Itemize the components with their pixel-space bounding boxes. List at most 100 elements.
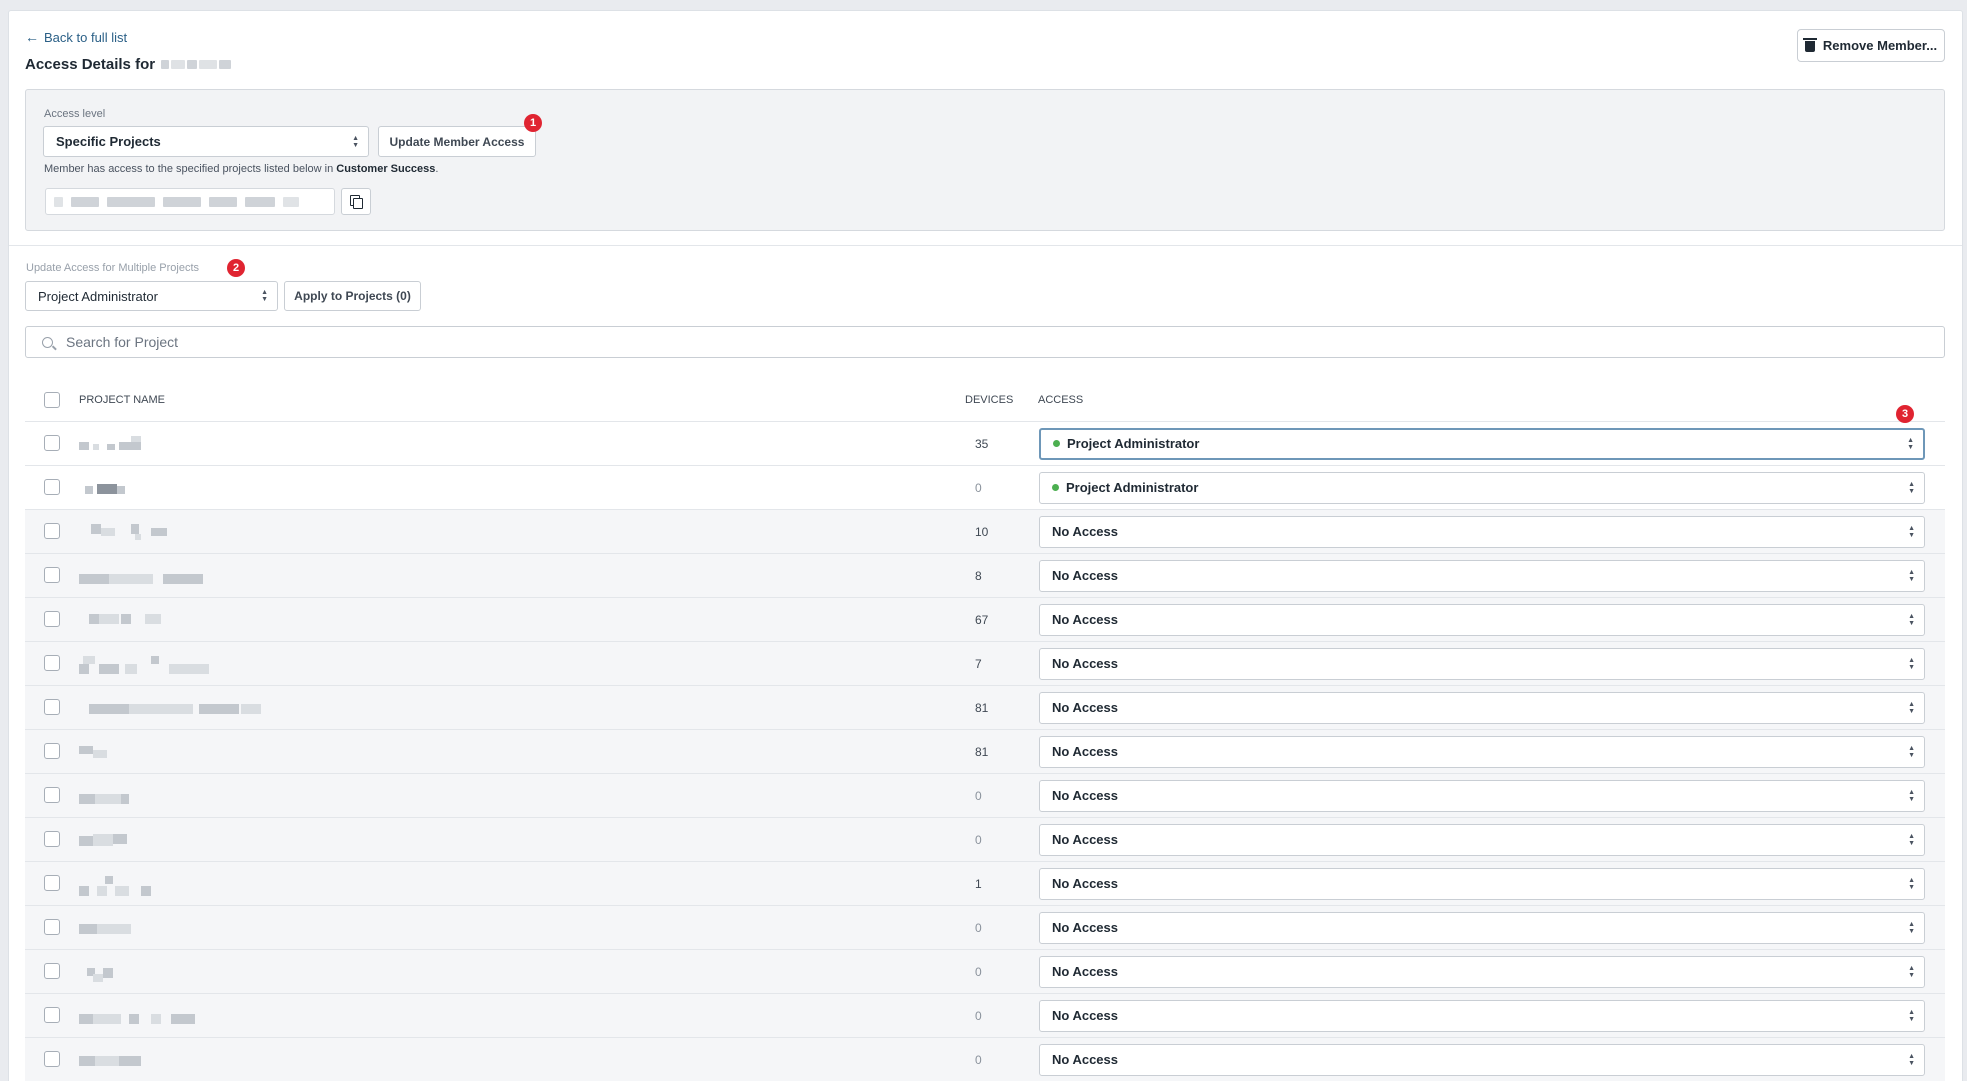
chevron-updown-icon: ▲ ▼	[1908, 1008, 1915, 1023]
access-select[interactable]: Project Administrator ▲ ▼	[1039, 471, 1925, 504]
device-count: 1	[975, 876, 982, 891]
row-checkbox[interactable]	[44, 963, 60, 979]
project-search	[25, 326, 1945, 358]
device-count: 0	[975, 788, 982, 803]
access-select[interactable]: No Access ▲ ▼	[1039, 515, 1925, 548]
table-row: 1 No Access ▲ ▼	[25, 862, 1945, 906]
device-count: 81	[975, 744, 989, 759]
access-value: No Access	[1052, 524, 1118, 539]
access-value: No Access	[1052, 1052, 1118, 1067]
table-row: 8 No Access ▲ ▼	[25, 554, 1945, 598]
table-row: 10 No Access ▲ ▼	[25, 510, 1945, 554]
multi-role-select[interactable]: Project Administrator ▲ ▼	[25, 281, 278, 311]
page-title-text: Access Details for	[25, 56, 156, 73]
access-select[interactable]: No Access ▲ ▼	[1039, 559, 1925, 592]
chevron-updown-icon: ▲ ▼	[1908, 744, 1915, 759]
chevron-updown-icon: ▲ ▼	[1908, 920, 1915, 935]
access-select[interactable]: No Access ▲ ▼	[1039, 647, 1925, 680]
access-select[interactable]: No Access ▲ ▼	[1039, 955, 1925, 988]
project-name-redacted	[79, 920, 299, 936]
row-checkbox[interactable]	[44, 1051, 60, 1067]
chevron-updown-icon: ▲ ▼	[1908, 612, 1915, 627]
access-select[interactable]: No Access ▲ ▼	[1039, 1043, 1925, 1076]
column-header-devices[interactable]: Devices	[965, 394, 1013, 406]
chevron-updown-icon: ▲ ▼	[1908, 656, 1915, 671]
row-checkbox[interactable]	[44, 1007, 60, 1023]
device-count: 0	[975, 1052, 982, 1067]
device-count: 0	[975, 964, 982, 979]
chevron-updown-icon: ▲ ▼	[1908, 700, 1915, 715]
access-select[interactable]: Project Administrator ▲ ▼	[1039, 427, 1925, 460]
row-checkbox[interactable]	[44, 875, 60, 891]
back-link[interactable]: ← Back to full list	[25, 29, 127, 45]
access-value: No Access	[1052, 700, 1118, 715]
project-name-redacted	[79, 744, 299, 760]
column-header-project-name[interactable]: Project Name	[79, 394, 165, 406]
row-checkbox[interactable]	[44, 787, 60, 803]
row-checkbox[interactable]	[44, 479, 60, 495]
access-description-suffix: .	[435, 163, 439, 175]
remove-member-label: Remove Member...	[1822, 38, 1938, 53]
access-select[interactable]: No Access ▲ ▼	[1039, 867, 1925, 900]
copy-icon	[350, 195, 363, 209]
update-member-access-button[interactable]: Update Member Access	[378, 126, 536, 157]
project-name-redacted	[79, 788, 299, 804]
table-row: 0 No Access ▲ ▼	[25, 994, 1945, 1038]
select-all-checkbox[interactable]	[44, 392, 60, 408]
access-select[interactable]: No Access ▲ ▼	[1039, 999, 1925, 1032]
row-checkbox[interactable]	[44, 655, 60, 671]
row-checkbox[interactable]	[44, 567, 60, 583]
back-link-label: Back to full list	[44, 29, 128, 45]
annotation-badge-3: 3	[1896, 405, 1914, 423]
apply-to-projects-button[interactable]: Apply to Projects (0)	[284, 281, 421, 311]
row-checkbox[interactable]	[44, 699, 60, 715]
table-row: 0 No Access ▲ ▼	[25, 906, 1945, 950]
table-row: 35 Project Administrator ▲ ▼	[25, 422, 1945, 466]
row-checkbox[interactable]	[44, 743, 60, 759]
table-row: 81 No Access ▲ ▼	[25, 730, 1945, 774]
apply-to-projects-label: Apply to Projects (0)	[294, 289, 411, 303]
chevron-updown-icon: ▲ ▼	[1908, 568, 1915, 583]
access-description: Member has access to the specified proje…	[44, 163, 438, 175]
organization-name: Customer Success	[336, 163, 436, 175]
project-name-redacted	[79, 436, 299, 452]
access-level-select[interactable]: Specific Projects ▲ ▼	[43, 126, 369, 157]
access-value: No Access	[1052, 568, 1118, 583]
access-select[interactable]: No Access ▲ ▼	[1039, 823, 1925, 856]
row-checkbox[interactable]	[44, 435, 60, 451]
row-checkbox[interactable]	[44, 919, 60, 935]
device-count: 67	[975, 612, 989, 627]
column-header-access[interactable]: Access	[1038, 394, 1083, 406]
status-dot-icon	[1053, 440, 1060, 447]
project-name-redacted	[79, 964, 299, 982]
project-name-redacted	[79, 1008, 299, 1024]
device-count: 10	[975, 524, 989, 539]
access-value: No Access	[1052, 744, 1118, 759]
access-select[interactable]: No Access ▲ ▼	[1039, 911, 1925, 944]
device-count: 81	[975, 700, 989, 715]
section-divider	[9, 245, 1962, 246]
search-input[interactable]	[66, 334, 1944, 350]
table-row: 81 No Access ▲ ▼	[25, 686, 1945, 730]
access-value: No Access	[1052, 920, 1118, 935]
access-value: No Access	[1052, 1008, 1118, 1023]
project-name-redacted	[79, 1052, 299, 1068]
trash-icon	[1802, 38, 1817, 52]
access-value: No Access	[1052, 876, 1118, 891]
device-count: 0	[975, 480, 982, 495]
access-select[interactable]: No Access ▲ ▼	[1039, 691, 1925, 724]
access-select[interactable]: No Access ▲ ▼	[1039, 779, 1925, 812]
row-checkbox[interactable]	[44, 523, 60, 539]
row-checkbox[interactable]	[44, 611, 60, 627]
access-value: Project Administrator	[1067, 436, 1200, 451]
chevron-updown-icon: ▲ ▼	[1907, 436, 1914, 451]
project-name-redacted	[79, 524, 299, 540]
update-member-access-label: Update Member Access	[389, 134, 525, 149]
copy-button[interactable]	[341, 188, 371, 215]
row-checkbox[interactable]	[44, 831, 60, 847]
table-row: 7 No Access ▲ ▼	[25, 642, 1945, 686]
remove-member-button[interactable]: Remove Member...	[1797, 29, 1945, 62]
access-select[interactable]: No Access ▲ ▼	[1039, 603, 1925, 636]
access-select[interactable]: No Access ▲ ▼	[1039, 735, 1925, 768]
project-name-redacted	[79, 568, 299, 584]
